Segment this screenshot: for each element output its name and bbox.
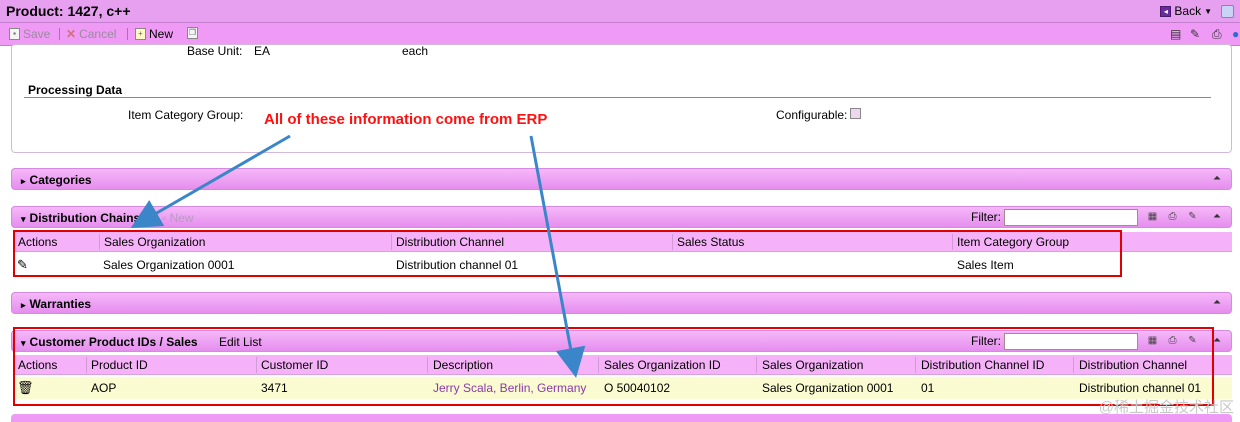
annotation-arrows bbox=[130, 134, 586, 378]
arrow-to-customer-ids bbox=[529, 135, 586, 378]
watermark: @稀土掘金技术社区 bbox=[1098, 399, 1234, 416]
arrow-to-distribution bbox=[130, 134, 291, 229]
